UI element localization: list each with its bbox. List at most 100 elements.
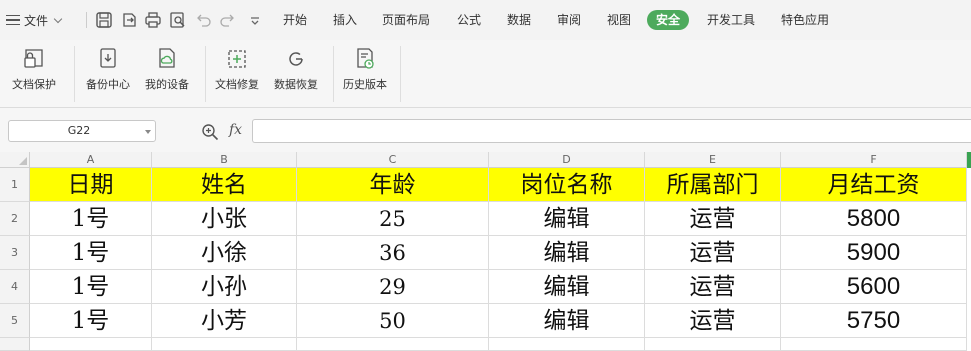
- tab-home[interactable]: 开始: [283, 11, 307, 29]
- function-icon[interactable]: fx: [229, 122, 242, 138]
- select-all-corner[interactable]: [0, 152, 30, 168]
- cell-name[interactable]: 小芳: [152, 304, 297, 338]
- cell-name[interactable]: 小张: [152, 202, 297, 236]
- empty-cell[interactable]: [152, 338, 297, 351]
- header-cell-age[interactable]: 年龄: [297, 168, 489, 202]
- column-header-e[interactable]: E: [645, 152, 781, 168]
- chevron-down-icon: [53, 14, 63, 23]
- header-cell-position[interactable]: 岗位名称: [489, 168, 645, 202]
- column-header-d[interactable]: D: [489, 152, 645, 168]
- row-header-3[interactable]: 3: [0, 236, 30, 270]
- header-cell-name[interactable]: 姓名: [152, 168, 297, 202]
- document-protection-button[interactable]: 文档保护: [12, 46, 56, 92]
- column-resize-handle[interactable]: [967, 152, 971, 168]
- cell-date[interactable]: 1号: [30, 270, 152, 304]
- ribbon-divider: [400, 46, 401, 102]
- backup-center-button[interactable]: 备份中心: [86, 46, 130, 92]
- cell-position[interactable]: 编辑: [489, 270, 645, 304]
- cell-department[interactable]: 运营: [645, 304, 781, 338]
- zoom-icon[interactable]: [201, 123, 219, 141]
- export-icon[interactable]: [120, 11, 138, 29]
- data-recovery-label: 数据恢复: [274, 78, 318, 91]
- menu-bar: 文件 开始 插入 页面布局 公式 数据 审阅 视图 安全 开发工具 特色应用: [0, 0, 971, 40]
- cell-salary[interactable]: 5900: [781, 236, 967, 270]
- tab-featured-apps[interactable]: 特色应用: [781, 11, 829, 29]
- ribbon-divider: [333, 46, 334, 102]
- cell-date[interactable]: 1号: [30, 304, 152, 338]
- shield-icon: [24, 49, 43, 68]
- cloud-document-icon: [159, 48, 175, 68]
- formula-bar: G22 fx: [0, 108, 971, 152]
- history-version-icon: [357, 48, 374, 69]
- cell-salary[interactable]: 5600: [781, 270, 967, 304]
- empty-cell[interactable]: [297, 338, 489, 351]
- document-protection-label: 文档保护: [12, 78, 56, 91]
- empty-cell[interactable]: [645, 338, 781, 351]
- column-header-f[interactable]: F: [781, 152, 967, 168]
- cell-date[interactable]: 1号: [30, 202, 152, 236]
- tab-developer[interactable]: 开发工具: [707, 11, 755, 29]
- formula-input[interactable]: [252, 119, 971, 143]
- document-repair-icon: [228, 50, 246, 68]
- tab-insert[interactable]: 插入: [333, 11, 357, 29]
- backup-icon: [100, 48, 116, 68]
- dropdown-arrow-icon[interactable]: [145, 130, 151, 134]
- header-cell-salary[interactable]: 月结工资: [781, 168, 967, 202]
- print-preview-icon[interactable]: [169, 11, 187, 29]
- empty-cell[interactable]: [781, 338, 967, 351]
- cell-position[interactable]: 编辑: [489, 202, 645, 236]
- row-header-5[interactable]: 5: [0, 304, 30, 338]
- row-header-1[interactable]: 1: [0, 168, 30, 202]
- history-version-label: 历史版本: [343, 78, 387, 91]
- redo-icon[interactable]: [219, 11, 237, 29]
- cell-age[interactable]: 25: [297, 202, 489, 236]
- print-icon[interactable]: [144, 11, 162, 29]
- column-header-c[interactable]: C: [297, 152, 489, 168]
- my-devices-button[interactable]: 我的设备: [145, 46, 189, 92]
- undo-icon[interactable]: [194, 11, 212, 29]
- empty-cell[interactable]: [30, 338, 152, 351]
- cell-salary[interactable]: 5800: [781, 202, 967, 236]
- cell-department[interactable]: 运营: [645, 270, 781, 304]
- my-devices-label: 我的设备: [145, 78, 189, 91]
- cell-department[interactable]: 运营: [645, 202, 781, 236]
- cell-position[interactable]: 编辑: [489, 304, 645, 338]
- ribbon-divider: [205, 46, 206, 102]
- cell-department[interactable]: 运营: [645, 236, 781, 270]
- name-box[interactable]: G22: [8, 120, 156, 142]
- data-recovery-icon: [289, 52, 303, 66]
- security-ribbon: 文档保护 备份中心 我的设备 文档修复 数据恢复 历史版本: [0, 40, 971, 108]
- save-icon[interactable]: [95, 11, 113, 29]
- tab-page-layout[interactable]: 页面布局: [382, 11, 430, 29]
- cell-position[interactable]: 编辑: [489, 236, 645, 270]
- name-box-value: G22: [67, 124, 91, 137]
- spreadsheet-grid: A B C D E F 1 2 3 4 5 日期 姓名 年龄 岗位名称 所属部门 月结工资 1号 小张 25 编辑 运营 5…: [0, 152, 971, 351]
- cell-date[interactable]: 1号: [30, 236, 152, 270]
- tab-security[interactable]: 安全: [647, 10, 690, 30]
- row-header-2[interactable]: 2: [0, 202, 30, 236]
- header-cell-date[interactable]: 日期: [30, 168, 152, 202]
- column-header-a[interactable]: A: [30, 152, 152, 168]
- tab-formulas[interactable]: 公式: [457, 11, 481, 29]
- customize-toolbar-icon[interactable]: [246, 11, 264, 29]
- cell-age[interactable]: 29: [297, 270, 489, 304]
- empty-cell[interactable]: [489, 338, 645, 351]
- tab-review[interactable]: 审阅: [557, 11, 581, 29]
- row-header-partial[interactable]: [0, 338, 30, 351]
- file-menu-label: 文件: [24, 13, 49, 28]
- cell-salary[interactable]: 5750: [781, 304, 967, 338]
- cell-age[interactable]: 36: [297, 236, 489, 270]
- cell-name[interactable]: 小徐: [152, 236, 297, 270]
- column-header-b[interactable]: B: [152, 152, 297, 168]
- data-recovery-button[interactable]: 数据恢复: [274, 46, 318, 92]
- cell-age[interactable]: 50: [297, 304, 489, 338]
- row-header-4[interactable]: 4: [0, 270, 30, 304]
- file-menu-button[interactable]: 文件: [6, 9, 63, 31]
- tab-data[interactable]: 数据: [507, 11, 531, 29]
- header-cell-department[interactable]: 所属部门: [645, 168, 781, 202]
- history-version-button[interactable]: 历史版本: [343, 46, 387, 92]
- tab-view[interactable]: 视图: [607, 11, 631, 29]
- toolbar-divider: [86, 12, 87, 28]
- cell-name[interactable]: 小孙: [152, 270, 297, 304]
- document-repair-button[interactable]: 文档修复: [215, 46, 259, 92]
